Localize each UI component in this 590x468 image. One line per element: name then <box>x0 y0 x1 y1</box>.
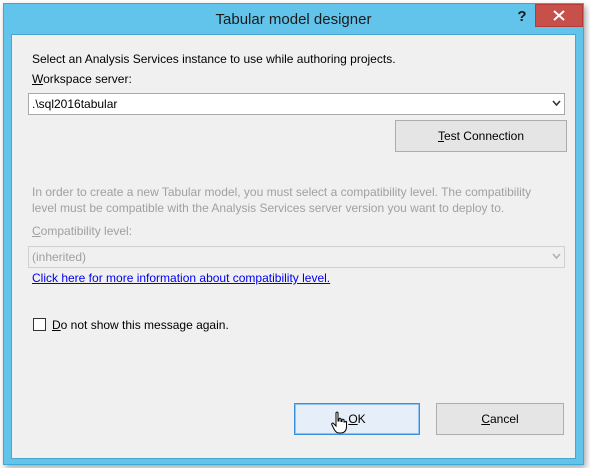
dialog-body: Select an Analysis Services instance to … <box>11 34 576 459</box>
workspace-server-combobox[interactable]: .\sql2016tabular <box>28 93 565 115</box>
compatibility-level-value: (inherited) <box>32 250 87 264</box>
test-connection-button[interactable]: Test Connection <box>395 120 567 152</box>
mouse-pointer-icon <box>331 411 347 434</box>
instruction-text: Select an Analysis Services instance to … <box>32 52 396 66</box>
compatibility-info-line-1: In order to create a new Tabular model, … <box>32 185 532 199</box>
window-title: Tabular model designer <box>215 11 372 28</box>
cancel-button[interactable]: Cancel <box>436 403 564 435</box>
close-icon <box>553 10 565 21</box>
close-button[interactable] <box>535 4 583 27</box>
do-not-show-checkbox[interactable] <box>33 318 46 331</box>
compatibility-level-combobox: (inherited) <box>28 246 565 268</box>
compatibility-info-link[interactable]: Click here for more information about co… <box>32 271 330 285</box>
workspace-server-value: .\sql2016tabular <box>32 97 118 111</box>
ok-button[interactable]: OK <box>294 403 420 435</box>
chevron-down-icon[interactable] <box>552 100 561 106</box>
do-not-show-label[interactable]: Do not show this message again. <box>52 318 229 332</box>
chevron-down-icon <box>552 253 561 259</box>
dialog-window: Tabular model designer ? Select an Analy… <box>3 3 584 465</box>
workspace-server-label: Workspace server: <box>32 72 132 86</box>
compatibility-level-label: Compatibility level: <box>32 224 133 238</box>
help-button[interactable]: ? <box>512 6 532 28</box>
title-bar[interactable]: Tabular model designer ? <box>4 4 583 34</box>
compatibility-info-line-2: level must be compatible with the Analys… <box>32 201 505 215</box>
